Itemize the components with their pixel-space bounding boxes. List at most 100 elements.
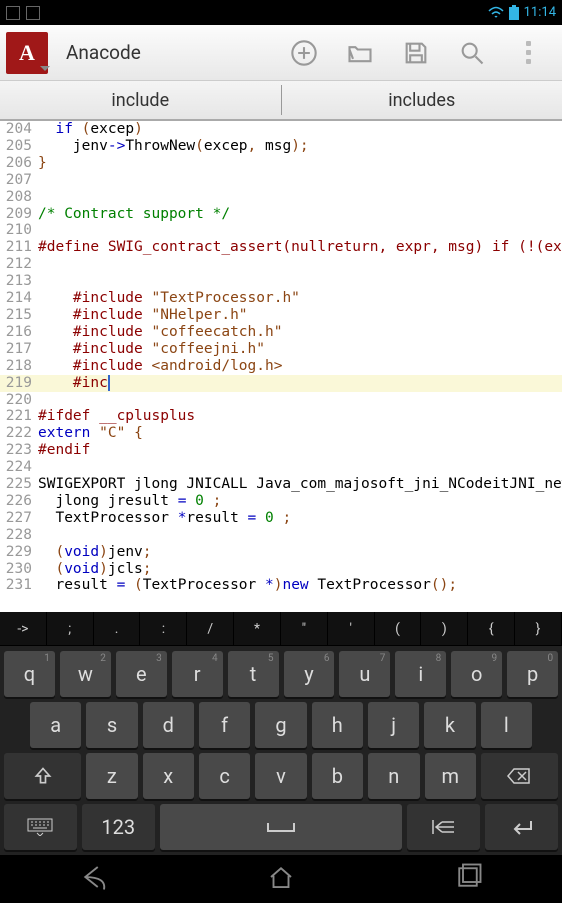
autocomplete-suggestion[interactable]: include [0, 81, 281, 119]
code-line[interactable]: 230 (void)jcls; [0, 561, 562, 578]
code-line[interactable]: 224 [0, 459, 562, 476]
code-line[interactable]: 218 #include <android/log.h> [0, 358, 562, 375]
tab-key[interactable] [407, 804, 480, 850]
key-e[interactable]: e3 [116, 651, 167, 697]
line-number: 214 [0, 290, 38, 307]
key-y[interactable]: y6 [284, 651, 335, 697]
code-line[interactable]: 215 #include "NHelper.h" [0, 307, 562, 324]
search-icon [458, 39, 486, 67]
key-t[interactable]: t5 [228, 651, 279, 697]
key-o[interactable]: o9 [451, 651, 502, 697]
shift-icon [33, 766, 53, 786]
key-g[interactable]: g [255, 702, 306, 748]
code-line[interactable]: 219 #inc [0, 375, 562, 392]
key-a[interactable]: a [30, 702, 81, 748]
home-button[interactable] [266, 862, 296, 896]
symbol-key[interactable]: } [515, 612, 562, 646]
code-line[interactable]: 210 [0, 222, 562, 239]
new-button[interactable] [276, 25, 332, 81]
code-line[interactable]: 231 result = (TextProcessor *)new TextPr… [0, 577, 562, 594]
symbol-key[interactable]: " [281, 612, 328, 646]
code-line[interactable]: 214 #include "TextProcessor.h" [0, 290, 562, 307]
key-m[interactable]: m [425, 753, 476, 799]
key-x[interactable]: x [143, 753, 194, 799]
code-line[interactable]: 204 if (excep) [0, 121, 562, 138]
key-j[interactable]: j [368, 702, 419, 748]
code-line[interactable]: 221#ifdef __cplusplus [0, 408, 562, 425]
shift-key[interactable] [4, 753, 81, 799]
key-d[interactable]: d [143, 702, 194, 748]
line-number: 222 [0, 425, 38, 442]
symbol-key[interactable]: ' [328, 612, 375, 646]
key-r[interactable]: r4 [172, 651, 223, 697]
backspace-key[interactable] [481, 753, 558, 799]
key-z[interactable]: z [86, 753, 137, 799]
symbol-key[interactable]: / [187, 612, 234, 646]
code-line[interactable]: 213 [0, 273, 562, 290]
symbol-key[interactable]: { [468, 612, 515, 646]
key-u[interactable]: u7 [339, 651, 390, 697]
code-line[interactable]: 223#endif [0, 442, 562, 459]
save-icon [402, 39, 430, 67]
symbols-mode-key[interactable]: 123 [82, 804, 155, 850]
code-line[interactable]: 228 [0, 527, 562, 544]
code-line[interactable]: 208 [0, 189, 562, 206]
code-line[interactable]: 217 #include "coffeejni.h" [0, 341, 562, 358]
hide-keyboard-key[interactable] [4, 804, 77, 850]
symbol-key[interactable]: ( [375, 612, 422, 646]
symbol-key[interactable]: -> [0, 612, 47, 646]
line-number: 226 [0, 493, 38, 510]
app-dropdown-caret[interactable] [40, 66, 50, 71]
key-h[interactable]: h [312, 702, 363, 748]
key-k[interactable]: k [424, 702, 475, 748]
symbol-key[interactable]: * [234, 612, 281, 646]
overflow-menu-button[interactable] [500, 25, 556, 81]
key-l[interactable]: l [481, 702, 532, 748]
line-number: 204 [0, 121, 38, 138]
symbol-key[interactable]: ; [47, 612, 94, 646]
code-line[interactable]: 229 (void)jenv; [0, 544, 562, 561]
line-number: 211 [0, 239, 38, 256]
plus-circle-icon [290, 39, 318, 67]
line-number: 231 [0, 577, 38, 594]
key-w[interactable]: w2 [60, 651, 111, 697]
toolbar: A Anacode [0, 25, 562, 81]
search-button[interactable] [444, 25, 500, 81]
autocomplete-suggestion[interactable]: includes [282, 81, 562, 119]
key-n[interactable]: n [368, 753, 419, 799]
symbol-key[interactable]: . [94, 612, 141, 646]
code-line[interactable]: 216 #include "coffeecatch.h" [0, 324, 562, 341]
save-button[interactable] [388, 25, 444, 81]
key-f[interactable]: f [199, 702, 250, 748]
code-line[interactable]: 222extern "C" { [0, 425, 562, 442]
code-line[interactable]: 226 jlong jresult = 0 ; [0, 493, 562, 510]
symbol-key[interactable]: ) [421, 612, 468, 646]
key-i[interactable]: i8 [395, 651, 446, 697]
key-q[interactable]: q1 [4, 651, 55, 697]
back-button[interactable] [79, 862, 109, 896]
code-editor[interactable]: 204 if (excep)205 jenv->ThrowNew(excep, … [0, 121, 562, 612]
line-number: 227 [0, 510, 38, 527]
code-line[interactable]: 211#define SWIG_contract_assert(nullretu… [0, 239, 562, 256]
key-c[interactable]: c [199, 753, 250, 799]
code-line[interactable]: 209/* Contract support */ [0, 206, 562, 223]
code-line[interactable]: 212 [0, 256, 562, 273]
code-line[interactable]: 225SWIGEXPORT jlong JNICALL Java_com_maj… [0, 476, 562, 493]
enter-key[interactable] [485, 804, 558, 850]
key-p[interactable]: p0 [507, 651, 558, 697]
code-line[interactable]: 227 TextProcessor *result = 0 ; [0, 510, 562, 527]
code-line[interactable]: 220 [0, 392, 562, 409]
code-line[interactable]: 205 jenv->ThrowNew(excep, msg); [0, 138, 562, 155]
code-line[interactable]: 206} [0, 155, 562, 172]
overflow-icon [526, 41, 531, 64]
code-line[interactable]: 207 [0, 172, 562, 189]
open-button[interactable] [332, 25, 388, 81]
symbol-key[interactable]: : [140, 612, 187, 646]
recent-apps-button[interactable] [453, 862, 483, 896]
key-v[interactable]: v [255, 753, 306, 799]
key-b[interactable]: b [312, 753, 363, 799]
space-key[interactable] [160, 804, 403, 850]
line-number: 213 [0, 273, 38, 290]
key-s[interactable]: s [86, 702, 137, 748]
clock: 11:14 [524, 5, 556, 20]
